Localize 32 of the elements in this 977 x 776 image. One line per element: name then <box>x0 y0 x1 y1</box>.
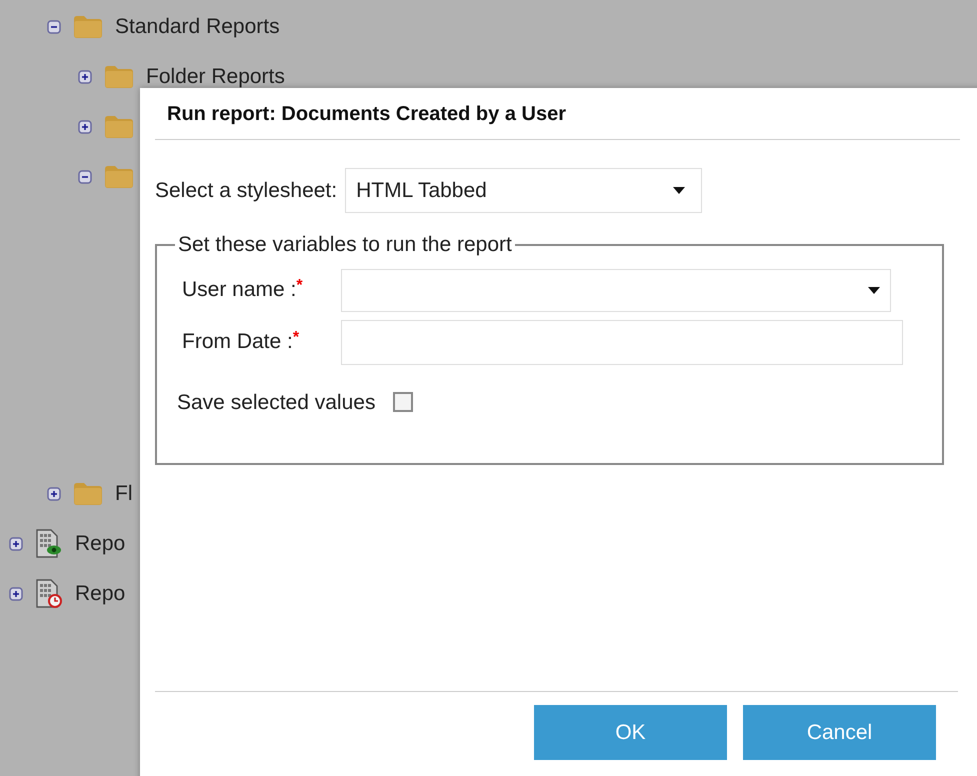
tree-item-label[interactable]: Repo <box>75 532 126 556</box>
group-legend: Set these variables to run the report <box>175 229 515 260</box>
collapse-icon[interactable] <box>47 20 61 34</box>
checkbox[interactable] <box>393 392 414 412</box>
stylesheet-select[interactable]: HTML Tabbed <box>345 168 702 213</box>
field-label: User name :* <box>181 276 304 304</box>
tree-item-label[interactable]: Folder Reports <box>146 65 285 89</box>
folder-icon <box>104 65 134 89</box>
checkbox-label: Save selected values <box>177 390 376 416</box>
folder-icon <box>73 482 103 506</box>
caret-icon <box>673 187 686 194</box>
report-clock-icon <box>35 579 63 609</box>
collapse-icon[interactable] <box>78 170 92 184</box>
report-eye-icon <box>35 529 63 559</box>
expand-icon[interactable] <box>78 120 92 134</box>
required-marker: * <box>292 329 300 346</box>
dialog-title: Run report: Documents Created by a User <box>155 88 960 140</box>
tree-item-label[interactable]: Standard Reports <box>115 15 280 39</box>
tree-item-label[interactable]: Repo <box>75 582 126 606</box>
folder-icon <box>73 15 103 39</box>
expand-icon[interactable] <box>9 537 23 551</box>
required-marker: * <box>296 277 303 294</box>
tree-item-label[interactable]: Fl <box>115 482 132 506</box>
expand-icon[interactable] <box>47 487 61 501</box>
expand-icon[interactable] <box>78 70 92 84</box>
folder-icon <box>104 115 134 139</box>
input-field[interactable] <box>341 320 903 364</box>
expand-icon[interactable] <box>9 587 23 601</box>
caret-icon <box>868 286 880 294</box>
folder-icon <box>104 165 134 189</box>
field-label: Select a stylesheet: <box>155 178 338 204</box>
field-label: From Date :* <box>181 328 300 356</box>
